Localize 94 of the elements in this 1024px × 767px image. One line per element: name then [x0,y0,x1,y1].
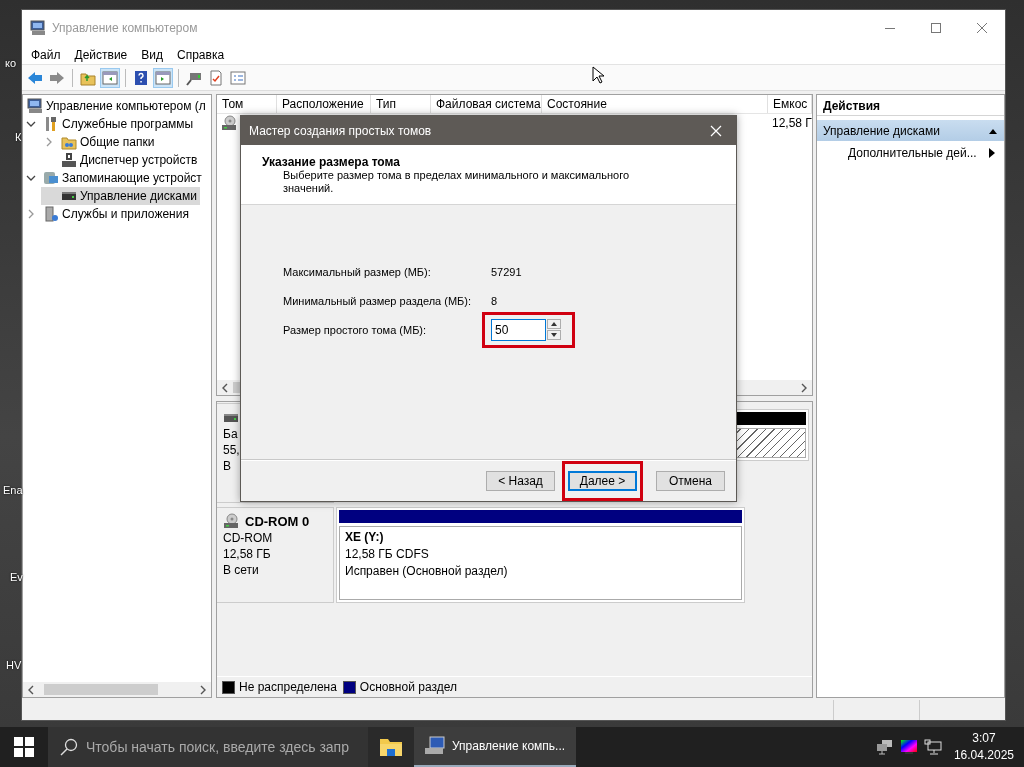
scrollbar[interactable] [23,682,211,697]
network-icon [875,739,894,755]
disk-info: 55, [223,442,241,458]
partition-title: XE (Y:) [345,529,385,546]
menu-item[interactable]: Действие [67,47,135,62]
menu-item[interactable]: Файл [24,47,68,62]
tree-item[interactable]: Службы и приложения [23,205,192,223]
partition[interactable]: XE (Y:) 12,58 ГБ CDFS Исправен (Основной раздел) [336,507,745,603]
table-cell-text: 12,58 Г [771,116,812,130]
tree-item[interactable]: Общие папки [41,133,158,151]
up-arrow-icon [551,322,557,326]
panel-icon [155,69,171,86]
disk-info: Ба [223,426,239,442]
tree-item[interactable]: Служебные программы [23,115,197,133]
file-explorer-button[interactable] [368,727,414,767]
search-icon [60,738,78,756]
search-field[interactable]: Чтобы начать поиск, введите здесь запр [86,739,368,755]
column-header[interactable]: Файловая система [431,95,542,113]
checkmark-page-icon [208,69,224,86]
field-value: 8 [491,294,498,307]
folder-icon [379,737,403,757]
cancel-button[interactable]: Отмена [656,470,725,491]
number-field[interactable]: 50 [491,318,546,341]
field-label: Максимальный размер (МБ): [283,265,432,278]
disk-info: 12,58 ГБ [223,546,272,562]
windows-icon [14,737,34,757]
column-header[interactable]: Расположение [277,95,371,113]
spin-down-button[interactable] [547,330,561,340]
desktop-icon-label[interactable]: К [15,131,22,143]
right-arrow-icon [49,69,65,86]
color-monitor-icon [899,739,918,755]
tools-icon [43,116,59,132]
computer-icon [424,736,446,756]
checklist-icon [230,69,246,86]
chevron-left-icon [221,382,229,393]
device-icon [61,152,77,168]
tree-item[interactable]: Диспетчер устройств [41,151,201,169]
partition-info: Исправен (Основной раздел) [345,563,509,580]
actions-section[interactable]: Управление дисками [817,120,1004,141]
dialog-heading: Указание размера тома [262,155,401,169]
clock-time[interactable]: 3:07 [953,730,1014,747]
desktop-icon-label[interactable]: ко [5,57,17,69]
disc-drive-icon [223,513,239,529]
spin-up-button[interactable] [547,319,561,329]
chevron-right-icon [799,382,808,393]
computer-icon [30,19,46,36]
field-value: 57291 [491,265,522,278]
desktop-icon-label[interactable]: HV [6,659,22,671]
back-button[interactable]: < Назад [486,470,555,491]
next-button[interactable]: Далее > [568,470,637,491]
taskbar-app[interactable]: Управление компь... [414,727,576,767]
field-label: Размер простого тома (МБ): [283,323,428,336]
column-header[interactable]: Том [217,95,277,113]
legend-label: Основной раздел [359,680,457,694]
computer-icon [923,739,942,755]
action-item[interactable]: Дополнительные дей... [817,141,1004,165]
chevron-left-icon [27,684,35,695]
close-icon [977,22,987,33]
scrollbar-thumb[interactable] [44,684,158,695]
disk-info: CD-ROM [223,530,274,546]
partition-info: 12,58 ГБ CDFS [345,546,430,563]
help-icon [133,69,149,86]
disk-info: В сети [223,562,260,578]
dialog-subtitle: Выберите размер тома в пределах минимального и максимального значений. [282,169,631,195]
dialog-title: Мастер создания простых томов [249,123,432,138]
tree-toggle-button[interactable] [100,67,120,88]
down-arrow-icon [551,333,557,337]
desktop-icon-label[interactable]: Ena [3,484,23,496]
clock-date[interactable]: 16.04.2025 [953,747,1014,764]
storage-icon [43,170,59,186]
disk-info: В [223,458,232,474]
computer-icon [27,98,43,114]
disk-name: CD-ROM 0 [245,513,310,529]
desktop-icon-label[interactable]: Ev [10,571,23,583]
left-arrow-icon [27,69,43,86]
actions-title: Действия [817,95,1004,116]
close-icon [710,124,722,137]
field-label: Минимальный размер раздела (МБ): [283,294,472,307]
maximize-icon [931,22,941,33]
tree-item[interactable]: Запоминающие устройст [23,169,205,187]
column-header[interactable]: Тип [371,95,431,113]
panel-icon [102,69,118,86]
column-header[interactable]: Емкос [768,95,812,113]
legend-label: Не распределена [239,680,337,694]
tree-item[interactable]: Управление дисками [41,187,200,205]
tree-item[interactable]: Управление компьютером (л [23,97,209,115]
chevron-right-icon [199,684,207,695]
window-title: Управление компьютером [52,20,198,35]
menu-item[interactable]: Справка [170,47,232,62]
search-box[interactable]: Чтобы начать поиск, введите здесь запр [48,727,368,767]
disc-drive-icon [221,115,237,131]
shared-folder-icon [61,134,77,150]
column-header[interactable]: Состояние [542,95,768,113]
menu-item[interactable]: Вид [134,47,170,62]
